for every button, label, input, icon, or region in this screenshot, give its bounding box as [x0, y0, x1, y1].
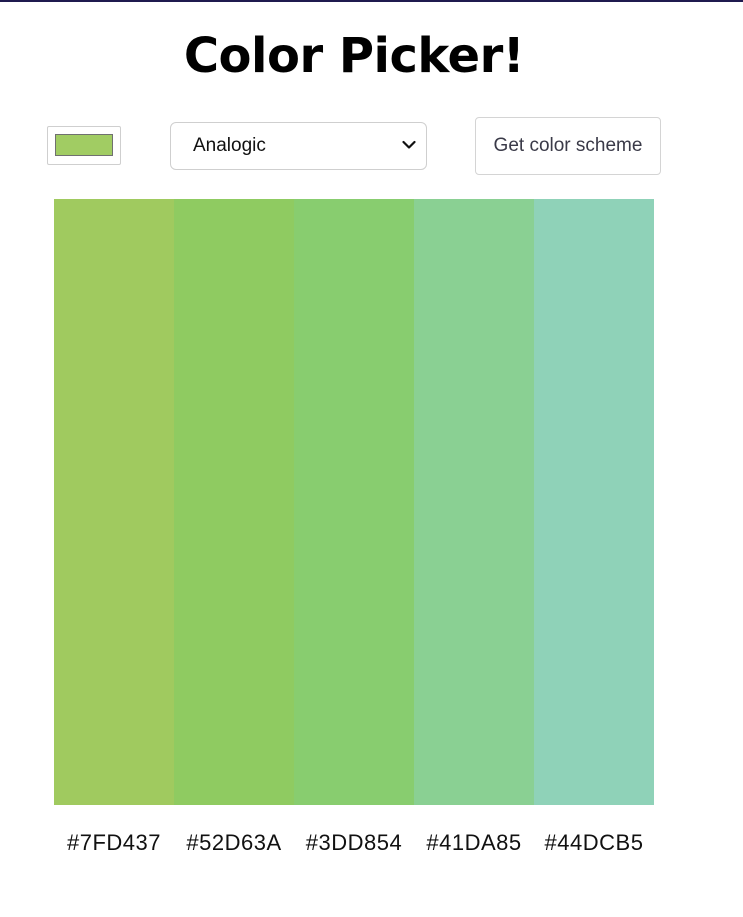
hex-code-label: #41DA85 [426, 830, 522, 855]
scheme-mode-select[interactable]: Analogic [170, 122, 427, 170]
page-title: Color Picker! [183, 28, 525, 84]
color-stripe [414, 199, 534, 805]
chevron-down-icon [402, 140, 416, 149]
get-color-scheme-button[interactable]: Get color scheme [475, 117, 661, 175]
color-stripe [174, 199, 294, 805]
top-border-line [0, 0, 743, 2]
scheme-mode-selected-value: Analogic [193, 135, 266, 156]
hex-code-label: #7FD437 [66, 830, 161, 855]
color-stripe [54, 199, 174, 805]
color-stripe [294, 199, 414, 805]
color-palette [54, 199, 654, 805]
color-input[interactable] [47, 126, 121, 165]
color-input-swatch[interactable] [55, 134, 113, 156]
hex-code-row: #7FD437 #52D63A #3DD854 #41DA85 #44DCB5 [54, 826, 654, 860]
hex-code-label: #44DCB5 [544, 830, 644, 855]
hex-code-label: #52D63A [186, 830, 282, 855]
color-stripe [534, 199, 654, 805]
hex-code-label: #3DD854 [305, 830, 403, 855]
page: Color Picker! Analogic Get color scheme … [0, 0, 743, 917]
